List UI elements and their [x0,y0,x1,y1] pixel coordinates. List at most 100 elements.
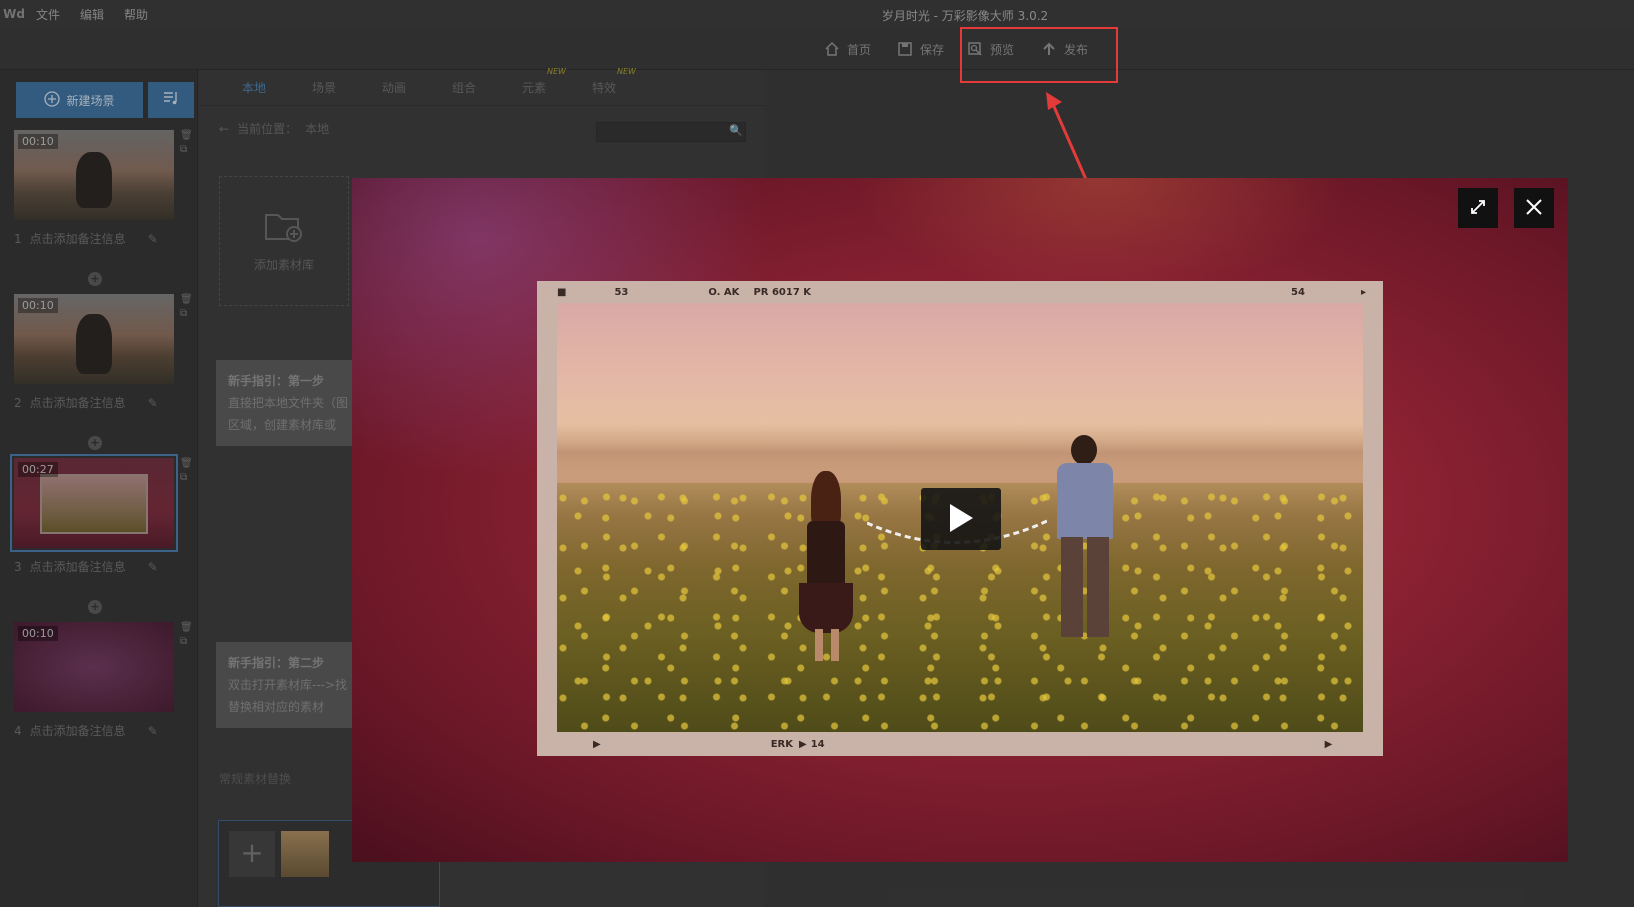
guide-step1-line2: 区域，创建素材库或 [228,418,337,432]
save-button[interactable]: 保存 [896,38,944,60]
search-icon[interactable]: 🔍 [729,124,743,137]
preview-modal: ■ 53 O. AK PR 6017 K 54 ▸ ▶ ERK ▶ 14 ▶ [352,178,1568,862]
scene-thumbnail[interactable]: 00:10 [14,294,174,384]
material-thumbnail[interactable] [281,831,329,877]
add-scene-between-button[interactable]: + [88,600,102,614]
scene-note[interactable]: 3 点击添加备注信息 ✎ [14,558,178,575]
scene-thumbnail[interactable]: 00:10 [14,130,174,220]
tab-scene[interactable]: 场景 [289,79,359,96]
music-list-button[interactable] [148,82,194,118]
music-list-icon [162,89,180,111]
guide-step2-line1: 双击打开素材库--->找 [228,678,348,692]
photo-haze [557,423,1363,483]
scene-note[interactable]: 2 点击添加备注信息 ✎ [14,394,178,411]
scene-duration: 00:10 [18,298,58,313]
save-icon [896,40,914,58]
film-arrow: ▶ [798,738,807,750]
new-badge: NEW [547,67,566,76]
scene-note[interactable]: 4 点击添加备注信息 ✎ [14,722,178,739]
scene-item[interactable]: 00:10 4 点击添加备注信息 ✎ 🗑 ⧉ [14,622,193,739]
film-code-1: O. AK [708,286,740,298]
home-icon [823,40,841,58]
menu-edit[interactable]: 编辑 [80,6,104,23]
tab-element[interactable]: 元素 NEW [499,67,569,96]
scene-thumbnail[interactable]: 00:10 [14,622,174,712]
tab-regular-replace[interactable]: 常规素材替换 [219,770,291,787]
film-top-strip: ■ 53 O. AK PR 6017 K 54 ▸ [537,281,1383,303]
menu-bar: 文件 编辑 帮助 [36,6,148,23]
film-mark: ■ [557,286,567,298]
crumb-value: 本地 [305,122,330,136]
scene-duration: 00:10 [18,626,58,641]
scene-thumbnail[interactable]: 00:27 [10,454,178,552]
fullscreen-button[interactable] [1458,188,1498,228]
close-icon [1525,198,1543,219]
home-label: 首页 [847,42,872,57]
edit-icon[interactable]: ✎ [148,232,158,246]
folder-add-icon [264,209,304,246]
scene-item[interactable]: 00:10 1 点击添加备注信息 ✎ 🗑 ⧉ [14,130,193,247]
guide-step2-line2: 替换相对应的素材 [228,700,325,714]
scene-index: 1 [14,231,22,246]
film-arrow: ▶ [593,738,601,750]
film-arrow: ▶ [1324,738,1333,750]
scene-note-text: 点击添加备注信息 [29,396,126,410]
toolbar: 首页 保存 预览 发布 [0,28,1634,70]
menu-file[interactable]: 文件 [36,6,60,23]
new-scene-button[interactable]: 新建场景 [16,82,143,118]
play-button[interactable] [921,488,1001,550]
scene-index: 2 [14,395,22,410]
edit-icon[interactable]: ✎ [148,724,158,738]
delete-icon[interactable]: 🗑 [180,458,193,469]
film-code-2: PR 6017 K [753,286,812,298]
search-input[interactable] [596,122,746,142]
film-code-bottom: ERK [770,738,793,750]
scene-panel: 新建场景 00:10 1 点击添加备注信息 ✎ 🗑 ⧉ + 00:10 2 点击… [0,70,198,907]
add-material-button[interactable]: + [229,831,275,877]
photo-frame [40,474,148,534]
add-scene-between-button[interactable]: + [88,436,102,450]
copy-icon[interactable]: ⧉ [180,144,193,155]
delete-icon[interactable]: 🗑 [180,130,193,141]
scene-duration: 00:10 [18,134,58,149]
new-scene-label: 新建场景 [66,93,115,108]
scene-note-text: 点击添加备注信息 [29,232,126,246]
delete-icon[interactable]: 🗑 [180,294,193,305]
copy-icon[interactable]: ⧉ [180,472,193,483]
scene-index: 4 [14,723,22,738]
man-figure [1047,435,1123,655]
window-title: 岁月时光 - 万彩影像大师 3.0.2 [881,9,1049,23]
menu-help[interactable]: 帮助 [124,6,148,23]
home-button[interactable]: 首页 [823,38,871,60]
delete-icon[interactable]: 🗑 [180,622,193,633]
tab-local[interactable]: 本地 [219,79,289,96]
tab-combo[interactable]: 组合 [429,79,499,96]
edit-icon[interactable]: ✎ [148,396,158,410]
expand-icon [1469,198,1487,219]
back-arrow-icon[interactable]: ← [219,122,229,136]
scene-item[interactable]: 00:10 2 点击添加备注信息 ✎ 🗑 ⧉ [14,294,193,411]
edit-icon[interactable]: ✎ [148,560,158,574]
guide-step2-title: 新手指引：第二步 [228,656,325,670]
film-arrow: ▸ [1360,286,1366,298]
tab-element-label: 元素 [521,81,546,95]
add-library-button[interactable]: 添加素材库 [219,176,349,306]
silhouette [76,152,112,208]
scene-index: 3 [14,559,22,574]
scene-side-icons: 🗑 ⧉ [180,458,193,483]
scene-note-text: 点击添加备注信息 [29,724,126,738]
copy-icon[interactable]: ⧉ [180,636,193,647]
scene-side-icons: 🗑 ⧉ [180,294,193,319]
tab-effect[interactable]: 特效 NEW [569,67,639,96]
scene-note[interactable]: 1 点击添加备注信息 ✎ [14,230,178,247]
crumb-label: 当前位置： [237,122,298,136]
app-logo: Wd [3,7,25,21]
add-scene-between-button[interactable]: + [88,272,102,286]
copy-icon[interactable]: ⧉ [180,308,193,319]
scene-duration: 00:27 [18,462,58,477]
close-button[interactable] [1514,188,1554,228]
scene-item[interactable]: 00:27 3 点击添加备注信息 ✎ 🗑 ⧉ [10,454,193,575]
woman-figure [797,471,857,661]
breadcrumb: ← 当前位置： 本地 [219,120,329,137]
tab-animation[interactable]: 动画 [359,79,429,96]
